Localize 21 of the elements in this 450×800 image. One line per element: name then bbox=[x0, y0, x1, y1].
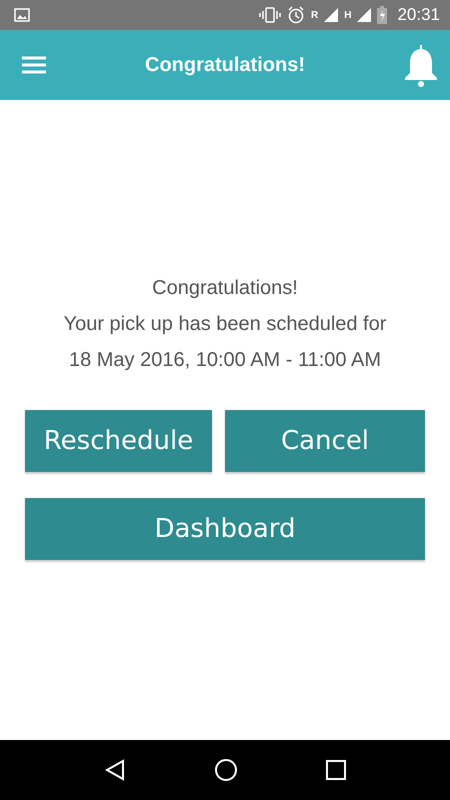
confirmation-text: Your pick up has been scheduled for bbox=[62, 312, 388, 337]
network-type: H bbox=[344, 10, 352, 21]
vibrate-icon bbox=[258, 7, 281, 23]
signal-icon bbox=[357, 8, 372, 22]
image-icon bbox=[14, 8, 30, 22]
confirmation-text: Congratulations! bbox=[151, 276, 299, 301]
back-button[interactable] bbox=[104, 759, 126, 781]
alarm-icon bbox=[286, 6, 305, 24]
bell-button[interactable] bbox=[404, 43, 438, 87]
home-button[interactable] bbox=[214, 758, 238, 782]
signal-icon bbox=[324, 8, 338, 22]
battery-icon bbox=[377, 6, 388, 24]
menu-button[interactable] bbox=[22, 56, 46, 74]
confirmation-text: 18 May 2016, 10:00 AM - 11:00 AM bbox=[68, 348, 382, 373]
action-button[interactable]: Reschedule bbox=[25, 410, 212, 472]
app-bar-title: Congratulations! bbox=[144, 54, 306, 76]
recents-button[interactable] bbox=[326, 760, 346, 780]
dashboard-button[interactable]: Dashboard bbox=[25, 498, 425, 560]
action-button[interactable]: Cancel bbox=[225, 410, 425, 472]
roaming-indicator: R bbox=[310, 10, 318, 21]
clock-time: 20:31 bbox=[397, 5, 440, 25]
